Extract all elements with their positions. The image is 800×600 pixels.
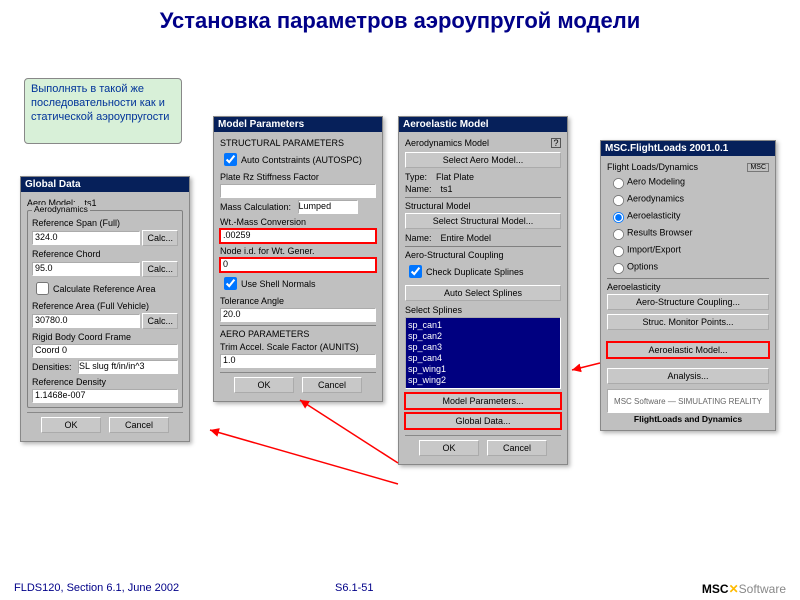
check-dup-splines-checkbox[interactable] <box>409 265 422 278</box>
list-item: sp_wing2 <box>408 375 558 386</box>
footer-logo: MSC✕Software <box>702 582 786 596</box>
global-ok-button[interactable]: OK <box>41 417 101 433</box>
module-radio-group[interactable]: Aero Modeling Aerodynamics Aeroelasticit… <box>607 174 769 275</box>
calc-ref-area-checkbox[interactable] <box>36 282 49 295</box>
msc-badge-icon: MSC <box>747 163 769 172</box>
rb-frame-label: Rigid Body Coord Frame <box>32 332 178 342</box>
params-cancel-button[interactable]: Cancel <box>302 377 362 393</box>
model-parameters-button[interactable]: Model Parameters... <box>405 393 561 409</box>
aero-cancel-button[interactable]: Cancel <box>487 440 547 456</box>
struct-name-label: Name: <box>405 233 432 243</box>
ref-area-label: Reference Area (Full Vehicle) <box>32 301 178 311</box>
flight-loads-section: Flight Loads/Dynamics <box>607 162 698 172</box>
plate-rz-label: Plate Rz Stiffness Factor <box>220 172 376 182</box>
flightloads-window: MSC.FlightLoads 2001.0.1 Flight Loads/Dy… <box>600 140 776 431</box>
ref-span-calc-button[interactable]: Calc... <box>142 230 178 246</box>
info-icon[interactable]: ? <box>551 138 561 148</box>
list-item: sp_wing1 <box>408 364 558 375</box>
auto-select-splines-button[interactable]: Auto Select Splines <box>405 285 561 301</box>
ref-chord-input[interactable]: 95.0 <box>32 262 140 276</box>
plate-rz-input[interactable] <box>220 184 376 198</box>
aero-type-value: Flat Plate <box>436 172 474 182</box>
instruction-note: Выполнять в такой же последовательности … <box>24 78 182 144</box>
aerodynamics-group-legend: Aerodynamics <box>32 205 90 214</box>
aero-name-value: ts1 <box>441 184 453 194</box>
calc-ref-area-label: Calculate Reference Area <box>53 284 156 294</box>
model-params-window: Model Parameters STRUCTURAL PARAMETERS A… <box>213 116 383 402</box>
opt-aero-modeling: Aero Modeling <box>627 176 685 186</box>
ref-density-input[interactable]: 1.1468e-007 <box>32 389 178 403</box>
shell-normals-checkbox[interactable] <box>224 277 237 290</box>
flightloads-logo-text: FlightLoads and Dynamics <box>607 414 769 424</box>
densities-select[interactable]: SL slug ft/in/in^3 <box>78 360 178 374</box>
msc-software-logo: MSC Software — SIMULATING REALITY <box>607 389 769 413</box>
aeroelasticity-section: Aeroelasticity <box>607 282 769 292</box>
splines-listbox[interactable]: sp_can1 sp_can2 sp_can3 sp_can4 sp_wing1… <box>405 317 561 389</box>
trim-scale-input[interactable]: 1.0 <box>220 354 376 368</box>
opt-options: Options <box>627 261 658 271</box>
global-data-titlebar: Global Data <box>21 177 189 192</box>
ref-chord-calc-button[interactable]: Calc... <box>142 261 178 277</box>
wt-mass-label: Wt.-Mass Conversion <box>220 217 376 227</box>
slide-title: Установка параметров аэроупругой модели <box>0 8 800 34</box>
opt-results: Results Browser <box>627 227 693 237</box>
aero-params-section: AERO PARAMETERS <box>220 329 376 339</box>
coupling-header: Aero-Structural Coupling <box>405 250 561 260</box>
rb-frame-input[interactable]: Coord 0 <box>32 344 178 358</box>
aeroelastic-model-button[interactable]: Aeroelastic Model... <box>607 342 769 358</box>
list-item: sp_can2 <box>408 331 558 342</box>
wt-mass-input[interactable]: .00259 <box>220 229 376 243</box>
aeroelastic-model-window: Aeroelastic Model Aerodynamics Model? Se… <box>398 116 568 465</box>
global-data-window: Global Data Aero Model: ts1 Aerodynamics… <box>20 176 190 442</box>
global-cancel-button[interactable]: Cancel <box>109 417 169 433</box>
ref-area-calc-button[interactable]: Calc... <box>142 313 178 329</box>
list-item: sp_can1 <box>408 320 558 331</box>
flightloads-titlebar: MSC.FlightLoads 2001.0.1 <box>601 141 775 156</box>
check-dup-splines-label: Check Duplicate Splines <box>426 267 524 277</box>
mass-calc-label: Mass Calculation: <box>220 202 291 212</box>
node-id-input[interactable]: 0 <box>220 258 376 272</box>
opt-aeroelasticity: Aeroelasticity <box>627 210 681 220</box>
ref-density-label: Reference Density <box>32 377 178 387</box>
analysis-button[interactable]: Analysis... <box>607 368 769 384</box>
aero-structure-coupling-button[interactable]: Aero-Structure Coupling... <box>607 294 769 310</box>
aero-ok-button[interactable]: OK <box>419 440 479 456</box>
ref-chord-label: Reference Chord <box>32 249 178 259</box>
trim-scale-label: Trim Accel. Scale Factor (AUNITS) <box>220 342 376 352</box>
struct-monitor-points-button[interactable]: Struc. Monitor Points... <box>607 314 769 330</box>
params-ok-button[interactable]: OK <box>234 377 294 393</box>
aero-type-label: Type: <box>405 172 427 182</box>
tol-angle-label: Tolerance Angle <box>220 296 376 306</box>
ref-span-input[interactable]: 324.0 <box>32 231 140 245</box>
select-splines-label: Select Splines <box>405 305 561 315</box>
footer-mid: S6.1-51 <box>335 582 374 594</box>
struct-name-value: Entire Model <box>441 233 492 243</box>
aero-model-header: Aerodynamics Model <box>405 138 489 148</box>
global-data-button[interactable]: Global Data... <box>405 413 561 429</box>
mass-calc-select[interactable]: Lumped <box>298 200 358 214</box>
structural-params-section: STRUCTURAL PARAMETERS <box>220 138 376 148</box>
opt-import-export: Import/Export <box>627 244 681 254</box>
opt-aerodynamics: Aerodynamics <box>627 193 684 203</box>
node-id-label: Node i.d. for Wt. Gener. <box>220 246 376 256</box>
shell-normals-label: Use Shell Normals <box>241 279 316 289</box>
aero-name-label: Name: <box>405 184 432 194</box>
auto-constraints-checkbox[interactable] <box>224 153 237 166</box>
structural-model-header: Structural Model <box>405 201 561 211</box>
footer-left: FLDS120, Section 6.1, June 2002 <box>14 582 179 594</box>
auto-constraints-label: Auto Contstraints (AUTOSPC) <box>241 155 362 165</box>
tol-angle-input[interactable]: 20.0 <box>220 308 376 322</box>
select-aero-model-button[interactable]: Select Aero Model... <box>405 152 561 168</box>
model-params-titlebar: Model Parameters <box>214 117 382 132</box>
ref-area-input[interactable]: 30780.0 <box>32 314 140 328</box>
select-structural-model-button[interactable]: Select Structural Model... <box>405 213 561 229</box>
aeroelastic-titlebar: Aeroelastic Model <box>399 117 567 132</box>
ref-span-label: Reference Span (Full) <box>32 218 178 228</box>
list-item: sp_can4 <box>408 353 558 364</box>
densities-label: Densities: <box>32 362 72 372</box>
list-item: sp_can3 <box>408 342 558 353</box>
